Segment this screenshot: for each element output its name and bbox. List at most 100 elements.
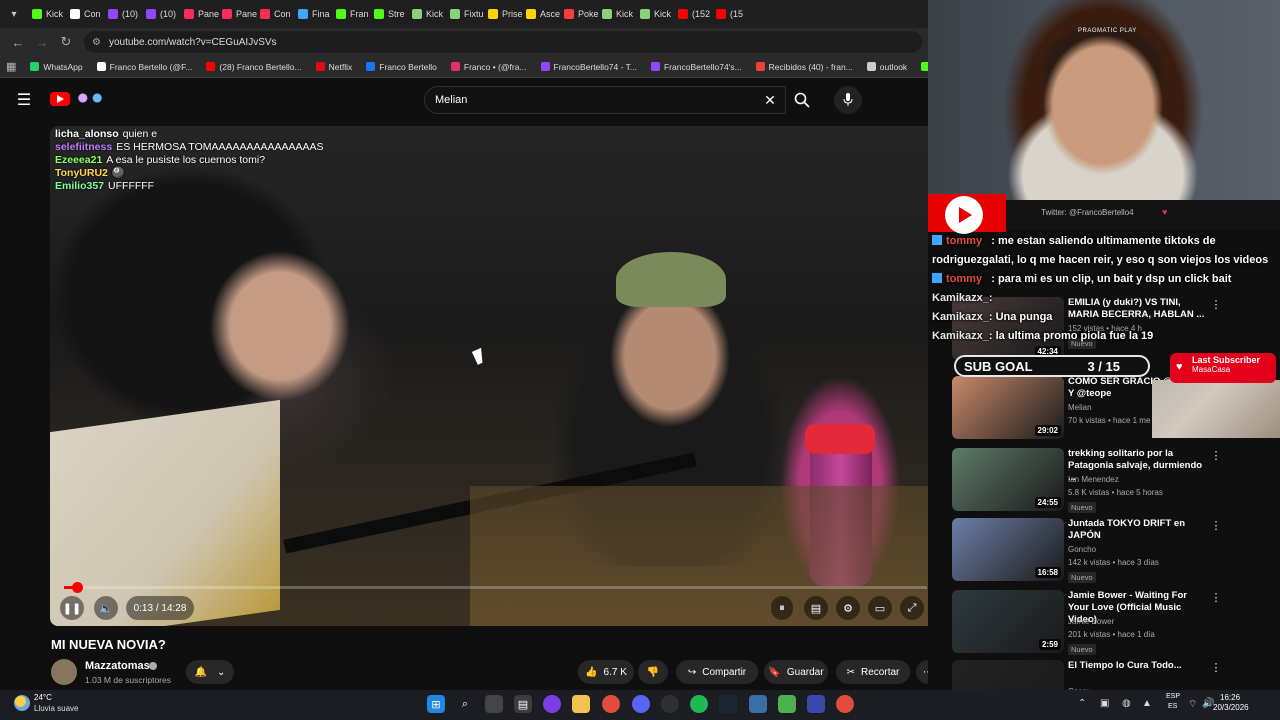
microphone-icon[interactable] [834,86,862,114]
browser-tab[interactable]: Prise [488,3,526,25]
pause-icon[interactable]: ❚❚ [60,596,84,620]
browser-tab[interactable]: Kick [602,3,640,25]
recommended-channel[interactable]: Goncho [1068,545,1096,554]
wifi-icon[interactable]: ⌔ [1188,698,1197,711]
video-thumbnail[interactable]: 2:59 [952,590,1064,653]
reload-icon[interactable]: ↻ [54,30,78,54]
site-info-icon[interactable]: ⚙ [92,37,101,48]
browser-tab[interactable]: (152 [678,3,716,25]
clear-search-icon[interactable]: ✕ [762,90,778,110]
apps-icon[interactable]: ▦ [6,60,16,73]
video-thumbnail[interactable] [952,660,1064,690]
recommended-video[interactable]: El Tiempo lo Cura Todo...Coscu⋮ [952,660,1262,690]
channel-name[interactable]: Mazzatomas [85,660,150,672]
bookmark-item[interactable]: Franco Bertello [366,62,437,72]
back-icon[interactable]: ← [6,30,30,54]
steam-icon[interactable] [719,695,737,713]
browser-tab[interactable]: Poke [564,3,602,25]
channel-avatar[interactable] [51,659,77,685]
recommended-channel[interactable]: Jamie Bower [1068,617,1114,626]
recommended-video[interactable]: 16:58 Juntada TOKYO DRIFT en JAPÓN Goncho 1… [952,518,1262,584]
windows-start-icon[interactable]: ⊞ [427,695,445,713]
browser-tab[interactable]: Asce [526,3,564,25]
youtube-logo[interactable] [50,92,70,106]
tab-search-icon[interactable]: ▾ [4,4,24,24]
browser-tab[interactable]: Kick [640,3,678,25]
file-explorer-icon[interactable] [572,695,590,713]
clock-date[interactable]: 20/3/2026 [1213,703,1249,712]
browser-tab[interactable]: Fran [336,3,374,25]
browser-tab[interactable]: Fina [298,3,336,25]
bookmark-item[interactable]: Recibidos (40) - fran... [755,62,853,72]
bookmark-item[interactable]: Franco • (@fra... [450,62,527,72]
bookmark-item[interactable]: Netflix [315,62,352,72]
bookmark-item[interactable]: WhatsApp [30,62,83,72]
browser-tab[interactable]: (15 [716,3,754,25]
browser-tab[interactable]: Fixtu [450,3,488,25]
fullscreen-icon[interactable]: ⤢ [900,596,924,620]
progress-bar[interactable] [64,582,927,593]
browser-tab[interactable]: Con [260,3,298,25]
video-player[interactable]: licha_alonso quien e selefiitness ES HERMOS… [50,126,941,626]
more-options-icon[interactable]: ⋮ [1210,660,1222,674]
url-field[interactable]: ⚙ youtube.com/watch?v=CEGuAIJvSVs [84,31,922,53]
clock-time[interactable]: 16:26 [1220,693,1240,702]
volume-icon[interactable]: 🔈 [94,596,118,620]
subtitles-icon[interactable]: ▤ [804,596,828,620]
like-button[interactable]: 👍 6.7 K [578,660,634,684]
bookmark-item[interactable]: FrancoBertello74 - T... [540,62,637,72]
browser-tab[interactable]: Con [70,3,108,25]
tray-icon-2[interactable]: ▲ [1142,698,1152,709]
recommended-video[interactable]: 2:59 Jamie Bower - Waiting For Your Love … [952,590,1262,656]
browser-tab[interactable]: Stre [374,3,412,25]
save-button[interactable]: 🔖 Guardar [764,660,828,684]
chrome-icon[interactable] [602,695,620,713]
notification-bell-button[interactable]: 🔔 ⌄ [186,660,234,684]
chrome-icon-2[interactable] [836,695,854,713]
more-options-icon[interactable]: ⋮ [1210,448,1222,462]
tray-chevron-up-icon[interactable]: ⌃ [1078,698,1086,709]
recommended-video[interactable]: 24:55 trekking solitario por la Patagonia… [952,448,1262,514]
browser-tab[interactable]: Pane [184,3,222,25]
recommended-title[interactable]: Juntada TOKYO DRIFT en JAPÓN [1068,518,1208,542]
hamburger-menu-icon[interactable]: ☰ [14,90,34,110]
youtube-doodle[interactable] [72,90,108,106]
search-icon[interactable] [786,86,818,114]
video-thumbnail[interactable]: 16:58 [952,518,1064,581]
theater-mode-icon[interactable]: ▭ [868,596,892,620]
recommended-title[interactable]: El Tiempo lo Cura Todo... [1068,660,1208,672]
store-icon[interactable]: ▤ [514,695,532,713]
more-options-icon[interactable]: ⋮ [1210,518,1222,532]
more-options-icon[interactable]: ⋮ [1210,590,1222,604]
dislike-button[interactable]: 👎 [638,660,668,684]
app-icon-2[interactable] [778,695,796,713]
bookmark-item[interactable]: (28) Franco Bertello... [206,62,302,72]
app-icon-1[interactable] [749,695,767,713]
settings-gear-icon[interactable]: ⚙ [836,596,860,620]
task-view-icon[interactable] [485,695,503,713]
spotify-icon[interactable] [690,695,708,713]
app-icon-3[interactable] [807,695,825,713]
obs-icon[interactable] [661,695,679,713]
keyboard-layout[interactable]: ES [1168,703,1177,710]
browser-tab[interactable]: Kick [32,3,70,25]
browser-tab[interactable]: Kick [412,3,450,25]
discord-icon[interactable] [632,695,650,713]
forward-icon[interactable]: → [30,30,54,54]
weather-icon[interactable] [14,695,30,711]
browser-tab[interactable]: (10) [108,3,146,25]
progress-scrubber[interactable] [71,582,83,593]
clip-button[interactable]: ✂ Recortar [836,660,910,684]
tray-network-icon[interactable]: ◍ [1122,698,1131,709]
video-thumbnail[interactable]: 24:55 [952,448,1064,511]
bookmark-item[interactable]: Franco Bertello (@F... [96,62,192,72]
browser-tab[interactable]: Pane [222,3,260,25]
autoplay-toggle-icon[interactable]: ⏸ [771,596,793,620]
tray-icon-1[interactable]: ▣ [1100,698,1109,709]
copilot-icon[interactable] [543,695,561,713]
recommended-channel[interactable]: Melian [1068,403,1092,412]
search-input[interactable]: Melian [424,86,786,114]
recommended-channel[interactable]: Ian Menendez [1068,475,1119,484]
browser-tab[interactable]: (10) [146,3,184,25]
taskbar-search-icon[interactable]: ⌕ [456,695,474,713]
